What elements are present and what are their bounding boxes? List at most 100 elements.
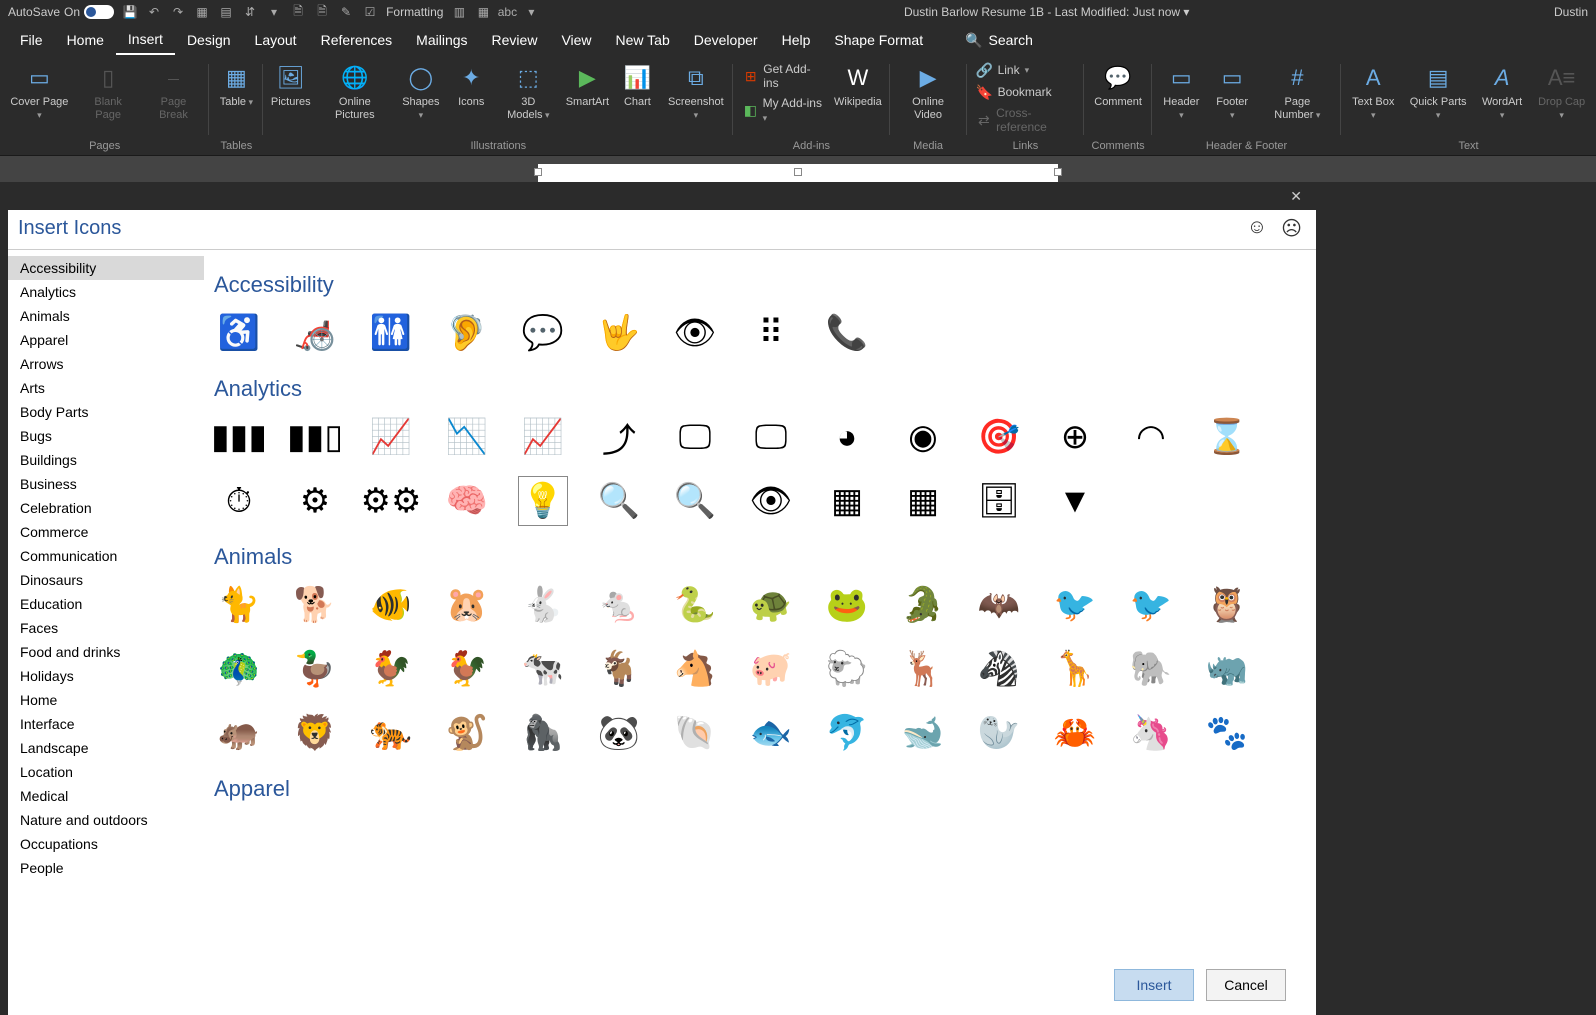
icon-closed-caption[interactable]: 💬 (518, 308, 568, 358)
menu-view[interactable]: View (549, 26, 603, 54)
category-people[interactable]: People (8, 856, 204, 880)
icon-tiger[interactable]: 🐅 (366, 708, 416, 758)
icon-duck[interactable]: 🦆 (290, 644, 340, 694)
cross-reference-button[interactable]: ⇄ Cross-reference (973, 104, 1079, 136)
icon-stopwatch[interactable]: ⏱ (214, 476, 264, 526)
icon-crocodile[interactable]: 🐊 (898, 580, 948, 630)
autosave-toggle[interactable]: AutoSave On (8, 5, 114, 19)
icon-funnel[interactable]: ▼ (1050, 476, 1100, 526)
quick-parts-button[interactable]: ▤ Quick Parts (1405, 60, 1470, 125)
icon-low-vision[interactable]: 👁 (670, 308, 720, 358)
menu-new-tab[interactable]: New Tab (604, 26, 682, 54)
icon-hippo[interactable]: 🦛 (214, 708, 264, 758)
icons-button[interactable]: ✦ Icons (450, 60, 492, 112)
category-food-and-drinks[interactable]: Food and drinks (8, 640, 204, 664)
category-occupations[interactable]: Occupations (8, 832, 204, 856)
qat-icon-6[interactable]: ▥ (451, 4, 467, 20)
icon-presentation-pie[interactable]: 🖵 (746, 412, 796, 462)
icon-frog[interactable]: 🐸 (822, 580, 872, 630)
icon-tty[interactable]: 📞 (822, 308, 872, 358)
resize-handle-right[interactable] (1054, 168, 1062, 176)
link-button[interactable]: 🔗 Link ▾ (973, 60, 1034, 80)
menu-help[interactable]: Help (770, 26, 823, 54)
menu-insert[interactable]: Insert (116, 25, 175, 55)
icon-elephant[interactable]: 🐘 (1126, 644, 1176, 694)
category-education[interactable]: Education (8, 592, 204, 616)
category-faces[interactable]: Faces (8, 616, 204, 640)
pictures-button[interactable]: 🖼 Pictures (269, 60, 312, 112)
chart-button[interactable]: 📊 Chart (616, 60, 658, 112)
icon-lion[interactable]: 🦁 (290, 708, 340, 758)
icon-line-up[interactable]: 📈 (518, 412, 568, 462)
toggle-switch-icon[interactable] (84, 5, 114, 19)
icon-panel[interactable]: Accessibility♿🦽🚻🦻💬🤟👁⠿📞Analytics▮▮▮▮▮▯📈📉📈… (204, 250, 1316, 955)
icon-cow[interactable]: 🐄 (518, 644, 568, 694)
undo-icon[interactable]: ↶ (146, 4, 162, 20)
icon-brain-gear[interactable]: 🧠 (442, 476, 492, 526)
category-body-parts[interactable]: Body Parts (8, 400, 204, 424)
icon-bird[interactable]: 🐦 (1050, 580, 1100, 630)
blank-page-button[interactable]: ▯ Blank Page (79, 60, 138, 125)
screenshot-button[interactable]: ⧉ Screenshot (664, 60, 727, 125)
menu-layout[interactable]: Layout (243, 26, 309, 54)
icon-hourglass[interactable]: ⌛ (1202, 412, 1252, 462)
spellcheck-icon[interactable]: abc (499, 4, 515, 20)
insert-button[interactable]: Insert (1114, 969, 1194, 1001)
icon-presentation-bar[interactable]: 🖵 (670, 412, 720, 462)
icon-hummingbird[interactable]: 🐦 (1126, 580, 1176, 630)
category-bugs[interactable]: Bugs (8, 424, 204, 448)
icon-pawprints[interactable]: 🐾 (1202, 708, 1252, 758)
icon-family-accessible[interactable]: 🚻 (366, 308, 416, 358)
page-break-button[interactable]: ⎯ Page Break (144, 60, 204, 125)
icon-dolphin[interactable]: 🐬 (822, 708, 872, 758)
category-landscape[interactable]: Landscape (8, 736, 204, 760)
qat-icon-5[interactable]: 🗎 (314, 4, 330, 20)
icon-scatter-up[interactable]: ⤴ (594, 412, 644, 462)
category-location[interactable]: Location (8, 760, 204, 784)
category-interface[interactable]: Interface (8, 712, 204, 736)
icon-dog[interactable]: 🐕 (290, 580, 340, 630)
qat-more-icon[interactable]: ▾ (523, 4, 539, 20)
category-communication[interactable]: Communication (8, 544, 204, 568)
smartart-button[interactable]: ▶ SmartArt (564, 60, 610, 112)
pen-icon[interactable]: ✎ (338, 4, 354, 20)
category-arrows[interactable]: Arrows (8, 352, 204, 376)
icon-lightbulb[interactable]: 💡 (518, 476, 568, 526)
icon-panda[interactable]: 🐼 (594, 708, 644, 758)
qat-icon-4[interactable]: 🗎 (290, 4, 306, 20)
save-icon[interactable]: 💾 (122, 4, 138, 20)
category-animals[interactable]: Animals (8, 304, 204, 328)
category-sidebar[interactable]: AccessibilityAnalyticsAnimalsApparelArro… (8, 250, 204, 955)
icon-donkey[interactable]: 🐴 (670, 644, 720, 694)
icon-pig[interactable]: 🐖 (746, 644, 796, 694)
smile-icon[interactable]: ☺ (1247, 216, 1267, 241)
bookmark-button[interactable]: 🔖 Bookmark (973, 82, 1056, 102)
icon-cat[interactable]: 🐈 (214, 580, 264, 630)
icon-gorilla[interactable]: 🦍 (518, 708, 568, 758)
icon-rhino[interactable]: 🦏 (1202, 644, 1252, 694)
formatting-check-icon[interactable]: ☑ (362, 4, 378, 20)
3d-models-button[interactable]: ⬚ 3D Models (498, 60, 558, 125)
icon-monkey[interactable]: 🐒 (442, 708, 492, 758)
category-home[interactable]: Home (8, 688, 204, 712)
icon-wheelchair-sign[interactable]: ♿ (214, 308, 264, 358)
icon-eye[interactable]: 👁 (746, 476, 796, 526)
icon-strategy[interactable]: ▦ (822, 476, 872, 526)
icon-turtle[interactable]: 🐢 (746, 580, 796, 630)
category-apparel[interactable]: Apparel (8, 328, 204, 352)
category-buildings[interactable]: Buildings (8, 448, 204, 472)
qat-icon-3[interactable]: ⇵ (242, 4, 258, 20)
icon-whale[interactable]: 🐋 (898, 708, 948, 758)
category-analytics[interactable]: Analytics (8, 280, 204, 304)
wordart-button[interactable]: A WordArt (1477, 60, 1527, 125)
icon-snake[interactable]: 🐍 (670, 580, 720, 630)
menu-mailings[interactable]: Mailings (404, 26, 479, 54)
icon-sheep[interactable]: 🐑 (822, 644, 872, 694)
category-commerce[interactable]: Commerce (8, 520, 204, 544)
resize-handle-left[interactable] (534, 168, 542, 176)
online-video-button[interactable]: ▶ Online Video (896, 60, 961, 125)
icon-fishbowl[interactable]: 🐠 (366, 580, 416, 630)
frown-icon[interactable]: ☹ (1281, 216, 1302, 241)
category-accessibility[interactable]: Accessibility (8, 256, 204, 280)
icon-chicken[interactable]: 🐓 (366, 644, 416, 694)
